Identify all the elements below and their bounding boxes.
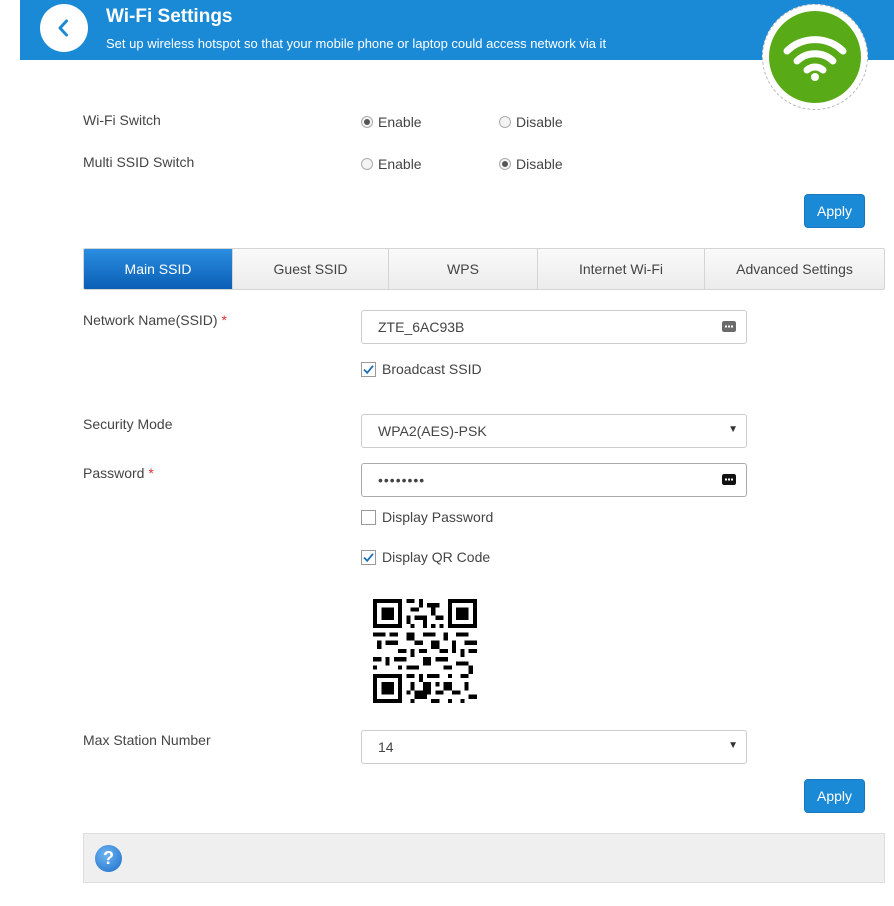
password-input[interactable]: •••••••• <box>361 463 747 497</box>
checkmark-icon <box>363 552 374 562</box>
multi-ssid-disable-radio[interactable]: Disable <box>499 156 563 172</box>
help-icon[interactable]: ? <box>95 845 122 872</box>
ssid-label: Network Name(SSID) * <box>83 312 227 328</box>
multi-ssid-switch-label: Multi SSID Switch <box>83 154 195 170</box>
max-station-label: Max Station Number <box>83 732 211 748</box>
chevron-left-icon <box>58 19 68 37</box>
wifi-enable-radio[interactable]: Enable <box>361 114 422 130</box>
tab-guest-ssid[interactable]: Guest SSID <box>233 249 389 289</box>
security-mode-select[interactable]: WPA2(AES)-PSK ▼ <box>361 414 747 448</box>
display-password-checkbox[interactable]: Display Password <box>361 509 493 525</box>
broadcast-ssid-checkbox[interactable]: Broadcast SSID <box>361 361 482 377</box>
max-station-select[interactable]: 14 ▼ <box>361 730 747 764</box>
tab-internet-wifi[interactable]: Internet Wi-Fi <box>538 249 705 289</box>
keyboard-icon <box>722 474 736 485</box>
tab-main-ssid[interactable]: Main SSID <box>84 249 233 289</box>
chevron-down-icon: ▼ <box>728 740 738 751</box>
tab-advanced-settings[interactable]: Advanced Settings <box>705 249 884 289</box>
chevron-down-icon: ▼ <box>728 424 738 435</box>
security-mode-label: Security Mode <box>83 416 173 432</box>
required-mark: * <box>148 465 154 481</box>
wifi-disable-radio[interactable]: Disable <box>499 114 563 130</box>
switch-apply-button[interactable]: Apply <box>804 194 865 228</box>
wifi-icon <box>783 36 847 81</box>
qr-code <box>373 599 477 703</box>
ssid-input[interactable]: ZTE_6AC93B <box>361 310 747 344</box>
page-title: Wi-Fi Settings <box>106 6 233 27</box>
ssid-tabs: Main SSID Guest SSID WPS Internet Wi-Fi … <box>83 248 885 290</box>
tab-wps[interactable]: WPS <box>389 249 538 289</box>
help-bar: ? <box>83 833 885 883</box>
wifi-switch-label: Wi-Fi Switch <box>83 112 161 128</box>
wifi-badge <box>762 4 868 110</box>
password-label: Password * <box>83 465 154 481</box>
back-button[interactable] <box>40 4 88 52</box>
required-mark: * <box>221 312 227 328</box>
form-apply-button[interactable]: Apply <box>804 779 865 813</box>
multi-ssid-enable-radio[interactable]: Enable <box>361 156 422 172</box>
checkmark-icon <box>363 364 374 374</box>
keyboard-icon <box>722 321 736 332</box>
display-qr-checkbox[interactable]: Display QR Code <box>361 549 490 565</box>
page-subtitle: Set up wireless hotspot so that your mob… <box>106 36 607 51</box>
